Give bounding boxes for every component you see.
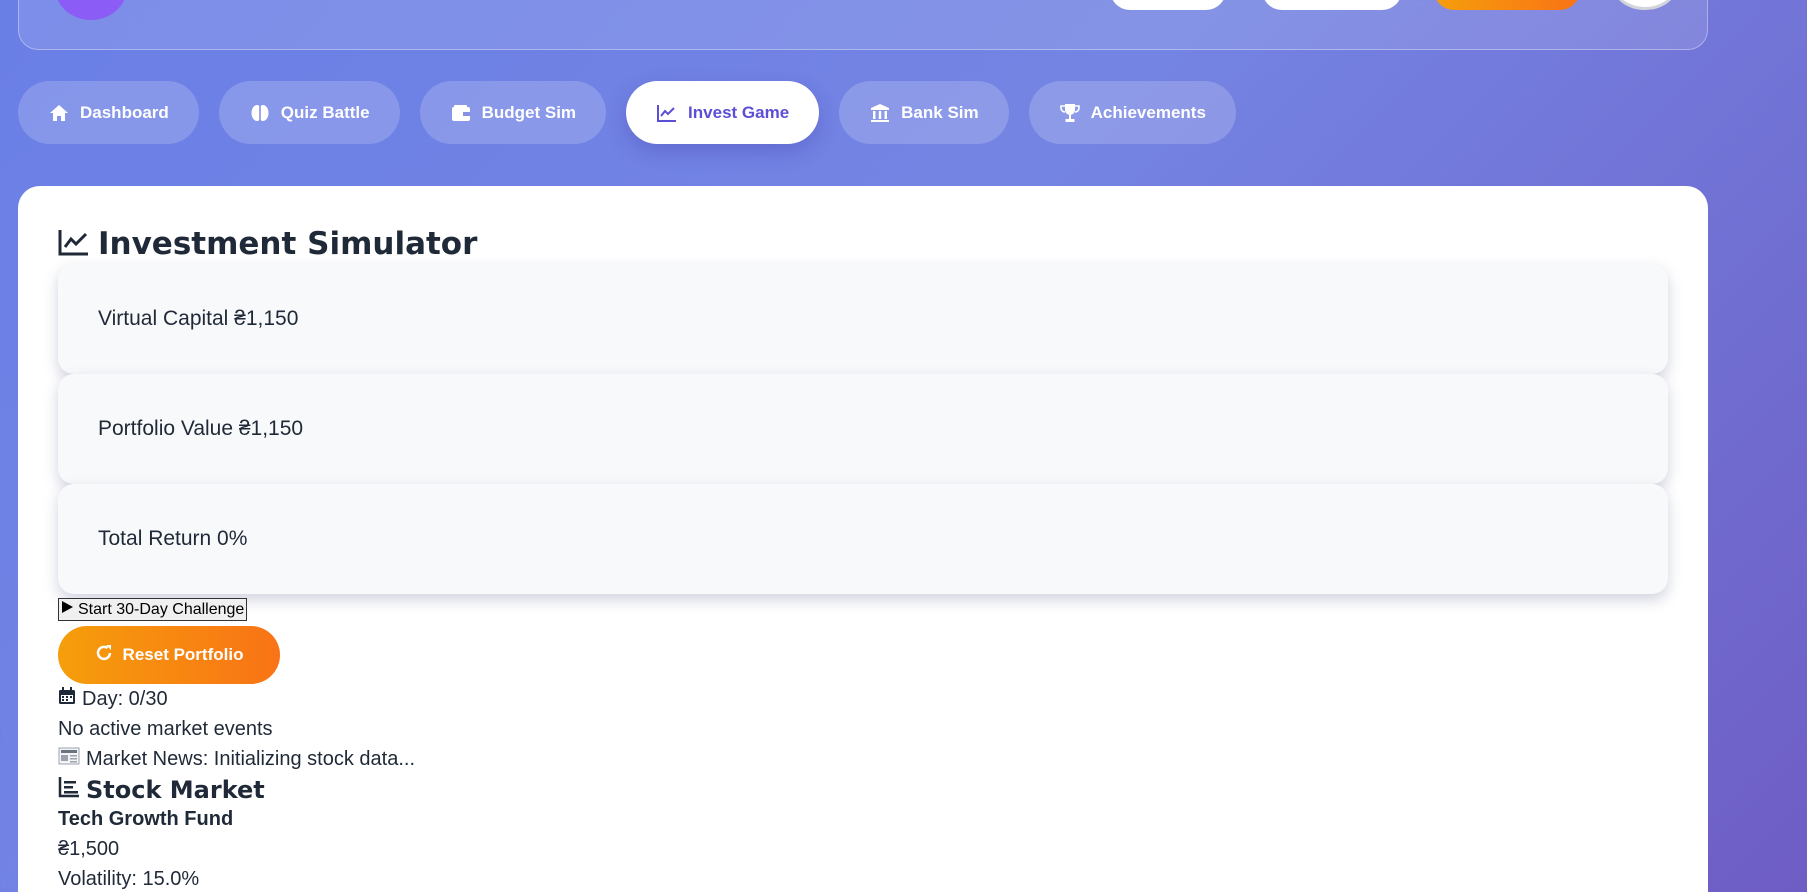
fund-name: Tech Growth Fund — [58, 808, 234, 830]
reset-portfolio-button[interactable]: Reset Portfolio — [58, 626, 280, 684]
tab-label: Quiz Battle — [280, 102, 370, 122]
stats-list: Virtual Capital ₴1,150 Portfolio Value ₴… — [58, 264, 1668, 594]
day-counter: Day: 0/30 — [58, 684, 1668, 714]
tab-dashboard[interactable]: Dashboard — [18, 81, 199, 144]
tab-budget-sim[interactable]: Budget Sim — [419, 81, 607, 144]
brain-icon — [249, 102, 271, 124]
chart-line-icon — [656, 102, 678, 124]
start-challenge-button[interactable]: Start 30-Day Challenge — [58, 598, 248, 621]
chart-line-icon — [58, 228, 90, 260]
wallet-icon — [450, 102, 472, 124]
bank-icon — [869, 102, 891, 124]
tab-label: Invest Game — [688, 102, 790, 122]
tab-label: Bank Sim — [901, 102, 979, 122]
tab-label: Budget Sim — [481, 102, 577, 122]
virtual-capital-card: Virtual Capital ₴1,150 — [58, 264, 1668, 374]
stock-market-heading: Stock Market — [58, 776, 1668, 804]
tab-label: Achievements — [1090, 102, 1206, 122]
tab-achievements[interactable]: Achievements — [1028, 81, 1236, 144]
investment-panel: Investment Simulator Virtual Capital ₴1,… — [18, 186, 1708, 892]
bar-chart-icon — [58, 776, 80, 804]
tab-bank-sim[interactable]: Bank Sim — [839, 81, 1009, 144]
fund-volatility: Volatility: 15.0% — [58, 868, 200, 890]
header-button-3[interactable] — [1434, 0, 1580, 10]
total-return-card: Total Return 0% — [58, 484, 1668, 594]
market-events: No active market events — [58, 718, 273, 740]
portfolio-value-card: Portfolio Value ₴1,150 — [58, 374, 1668, 484]
newspaper-icon — [58, 744, 80, 774]
refresh-icon — [95, 644, 113, 667]
market-news: Market News: Initializing stock data... — [58, 744, 1668, 774]
header-button-2[interactable] — [1262, 0, 1402, 10]
fund-price: ₴1,500 — [58, 838, 120, 860]
tab-label: Dashboard — [80, 102, 169, 122]
home-icon — [48, 102, 70, 124]
tab-invest-game[interactable]: Invest Game — [626, 81, 820, 144]
page-title: Investment Simulator — [58, 226, 1668, 262]
calendar-icon — [58, 684, 76, 714]
header-button-1[interactable] — [1110, 0, 1226, 10]
trophy-icon — [1059, 102, 1081, 124]
nav-tabs: Dashboard Quiz Battle Budget Sim Invest … — [18, 81, 1236, 144]
tab-quiz-battle[interactable]: Quiz Battle — [218, 81, 400, 144]
play-icon — [61, 600, 74, 619]
